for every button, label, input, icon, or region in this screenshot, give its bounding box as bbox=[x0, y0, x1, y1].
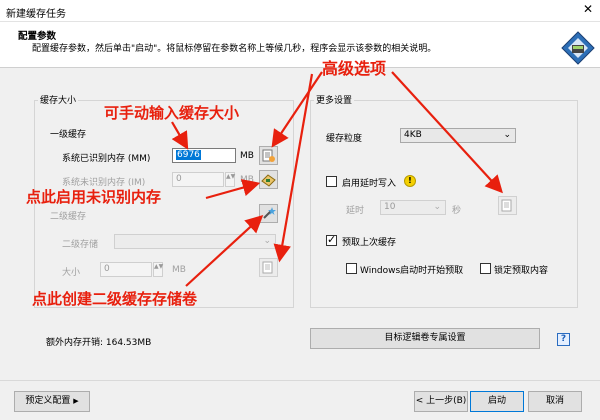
arrow-to-level2-advanced bbox=[273, 73, 314, 263]
arrow-to-unrecognized-button bbox=[205, 179, 261, 200]
arrow-to-delayed-write-advanced bbox=[391, 71, 503, 194]
arrow-to-system-memory bbox=[171, 121, 189, 150]
annotation-arrows bbox=[171, 71, 503, 287]
arrow-to-create-l2-button bbox=[185, 215, 264, 287]
arrow-to-memory-advanced bbox=[271, 71, 323, 148]
